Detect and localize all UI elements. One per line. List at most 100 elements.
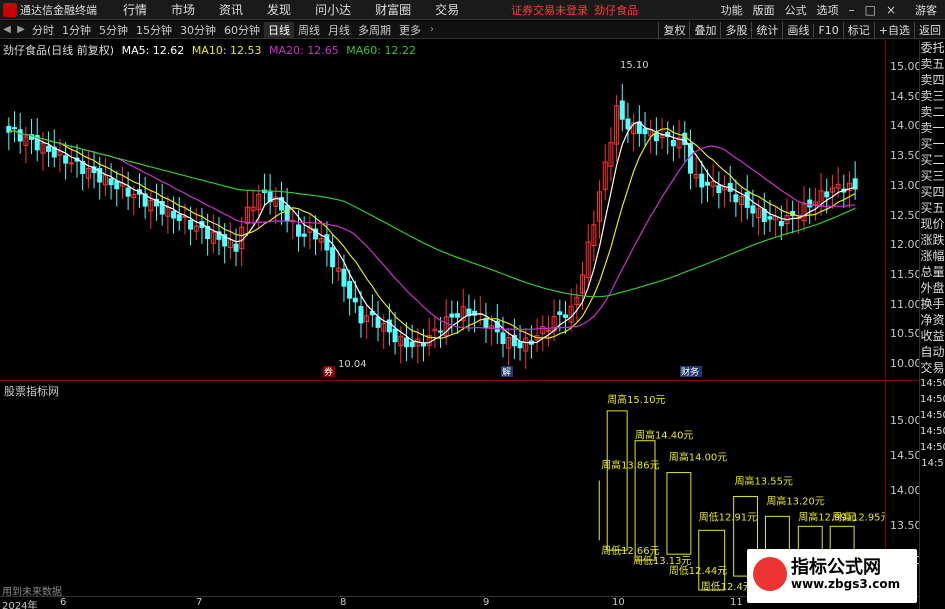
candle-body bbox=[562, 314, 568, 318]
legend-ma60: MA60: 12.22 bbox=[346, 44, 416, 57]
candle-body bbox=[352, 297, 358, 303]
chevron-right-icon[interactable]: › bbox=[425, 24, 439, 35]
next-arrow-icon[interactable]: ▶ bbox=[14, 24, 28, 35]
period-multi[interactable]: 多周期 bbox=[354, 22, 395, 38]
candle-body bbox=[171, 210, 177, 219]
candle-body bbox=[438, 330, 444, 333]
side-panel-time: 14:50 bbox=[920, 410, 945, 421]
guest-button[interactable]: 游客 bbox=[901, 2, 943, 18]
candle-body bbox=[500, 332, 506, 345]
price-tick-label: 13.50 bbox=[890, 149, 922, 163]
menu-item-wealth[interactable]: 财富圈 bbox=[363, 1, 423, 18]
side-panel-item[interactable]: 卖四 bbox=[920, 72, 945, 88]
side-panel-item[interactable]: 换手 bbox=[920, 296, 945, 312]
candle-body bbox=[653, 132, 659, 142]
price-tick-label: 12.00 bbox=[890, 238, 922, 252]
svg-text:解: 解 bbox=[502, 366, 511, 378]
period-30min[interactable]: 30分钟 bbox=[176, 22, 220, 38]
event-badge-finance[interactable]: 财务 bbox=[680, 366, 702, 378]
tool-draw[interactable]: 画线 bbox=[782, 22, 813, 38]
tool-f10[interactable]: F10 bbox=[813, 23, 842, 37]
side-panel-item[interactable]: 买四 bbox=[920, 184, 945, 200]
candle-body bbox=[619, 100, 625, 120]
candlestick-chart[interactable]: 15.10 10.04 券 解 财务 bbox=[0, 40, 885, 378]
minimize-icon[interactable]: – bbox=[844, 3, 860, 17]
side-panel-item[interactable]: 卖三 bbox=[920, 88, 945, 104]
indicator-tick-label: 15.00 bbox=[890, 414, 922, 427]
tool-stats[interactable]: 统计 bbox=[751, 22, 782, 38]
candle-body bbox=[46, 145, 52, 152]
menu-layout[interactable]: 版面 bbox=[748, 2, 780, 18]
side-panel-item[interactable]: 买二 bbox=[920, 152, 945, 168]
close-icon[interactable]: × bbox=[881, 3, 901, 17]
candle-body bbox=[733, 194, 739, 203]
low-annotation: 10.04 bbox=[338, 359, 367, 370]
tool-mark[interactable]: 标记 bbox=[842, 22, 874, 38]
candle-body bbox=[375, 316, 381, 328]
tool-adjust[interactable]: 复权 bbox=[658, 22, 689, 38]
tool-overlay[interactable]: 叠加 bbox=[689, 22, 720, 38]
side-panel-item[interactable]: 收益 bbox=[920, 328, 945, 344]
side-panel-item[interactable]: 买一 bbox=[920, 136, 945, 152]
side-panel-item[interactable]: 交易 bbox=[920, 360, 945, 376]
side-panel-item[interactable]: 净资 bbox=[920, 312, 945, 328]
candle-body bbox=[296, 224, 302, 237]
period-1min[interactable]: 1分钟 bbox=[58, 22, 95, 38]
side-panel-item[interactable]: 外盘 bbox=[920, 280, 945, 296]
tool-back[interactable]: 返回 bbox=[914, 22, 945, 38]
side-panel-item[interactable]: 涨跌 bbox=[920, 232, 945, 248]
event-badge-unlock[interactable]: 解 bbox=[501, 366, 513, 378]
side-panel-time: 14:50 bbox=[920, 394, 945, 405]
menu-formula[interactable]: 公式 bbox=[780, 2, 812, 18]
prev-arrow-icon[interactable]: ◀ bbox=[0, 24, 14, 35]
weekly-label: 周低12.4元 bbox=[701, 580, 753, 593]
menu-item-market[interactable]: 市场 bbox=[159, 1, 207, 18]
candle-body bbox=[392, 328, 398, 343]
period-monthly[interactable]: 月线 bbox=[324, 22, 354, 38]
candle-body bbox=[670, 139, 676, 147]
side-panel-item[interactable]: 现价 bbox=[920, 216, 945, 232]
menu-item-discover[interactable]: 发现 bbox=[255, 1, 303, 18]
side-panel-item[interactable]: 卖一 bbox=[920, 120, 945, 136]
svg-text:券: 券 bbox=[324, 366, 333, 378]
legend-ma5: MA5: 12.62 bbox=[121, 44, 185, 57]
side-panel-item[interactable]: 自动 bbox=[920, 344, 945, 360]
side-panel-item[interactable]: 买五 bbox=[920, 200, 945, 216]
high-annotation: 15.10 bbox=[620, 60, 649, 71]
period-weekly[interactable]: 周线 bbox=[294, 22, 324, 38]
menu-item-trade[interactable]: 交易 bbox=[423, 1, 471, 18]
side-panel-item[interactable]: 委托 bbox=[920, 40, 945, 56]
candle-body bbox=[557, 311, 563, 316]
side-panel-item[interactable]: 总量 bbox=[920, 264, 945, 280]
period-5min[interactable]: 5分钟 bbox=[95, 22, 132, 38]
price-tick-label: 13.00 bbox=[890, 178, 922, 192]
period-60min[interactable]: 60分钟 bbox=[220, 22, 264, 38]
side-panel-time: 14:5 bbox=[921, 458, 944, 469]
tool-multi-stock[interactable]: 多股 bbox=[720, 22, 751, 38]
maximize-icon[interactable]: □ bbox=[860, 3, 881, 17]
menu-item-ask[interactable]: 问小达 bbox=[303, 1, 363, 18]
candle-body bbox=[545, 329, 551, 332]
period-15min[interactable]: 15分钟 bbox=[132, 22, 176, 38]
login-banner[interactable]: 证券交易未登录 bbox=[511, 2, 588, 18]
menu-item-quotes[interactable]: 行情 bbox=[111, 1, 159, 18]
watermark-title: 指标公式网 bbox=[791, 557, 881, 578]
period-timeshare[interactable]: 分时 bbox=[28, 22, 58, 38]
menu-function[interactable]: 功能 bbox=[716, 2, 748, 18]
weekly-label: 周高12.95元 bbox=[832, 510, 885, 523]
side-panel-item[interactable]: 卖二 bbox=[920, 104, 945, 120]
period-more[interactable]: 更多 bbox=[395, 22, 425, 38]
side-panel-item[interactable]: 卖五 bbox=[920, 56, 945, 72]
period-daily[interactable]: 日线 bbox=[264, 21, 294, 38]
candle-body bbox=[188, 219, 194, 230]
menu-bar: 通达信金融终端 行情 市场 资讯 发现 问小达 财富圈 交易 证券交易未登录 劲… bbox=[0, 0, 945, 20]
indicator-tick-label: 13.50 bbox=[890, 519, 922, 532]
side-panel-item[interactable]: 买三 bbox=[920, 168, 945, 184]
menu-item-news[interactable]: 资讯 bbox=[207, 1, 255, 18]
price-tick-label: 10.50 bbox=[890, 327, 922, 341]
tool-add-watchlist[interactable]: +自选 bbox=[873, 22, 914, 38]
weekly-label: 周高13.55元 bbox=[735, 475, 793, 488]
event-badge-coupon[interactable]: 券 bbox=[323, 366, 335, 378]
menu-options[interactable]: 选项 bbox=[812, 2, 844, 18]
side-panel-item[interactable]: 涨幅 bbox=[920, 248, 945, 264]
